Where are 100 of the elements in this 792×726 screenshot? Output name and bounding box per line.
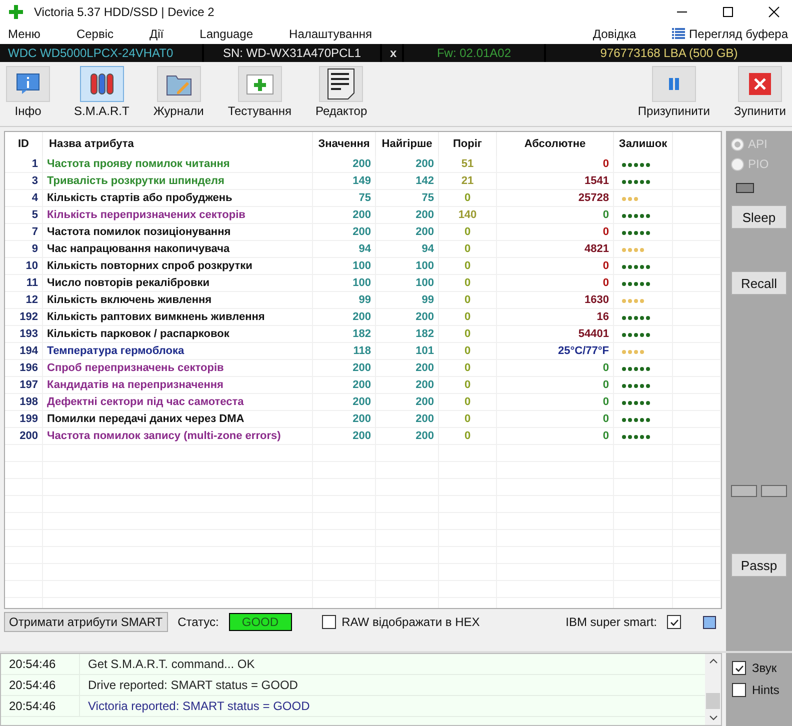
table-cell: 0: [438, 326, 496, 342]
menu-item[interactable]: Довідка: [592, 27, 636, 41]
table-cell: 197: [5, 376, 42, 394]
table-cell: 149: [312, 172, 376, 190]
table-cell: Частота помилок позиціонування: [42, 224, 312, 240]
column-header[interactable]: Абсолютне: [496, 132, 614, 156]
log-message: Victoria reported: SMART status = GOOD: [87, 699, 310, 713]
column-header[interactable]: Назва атрибута: [42, 132, 312, 156]
table-cell: Час напрацювання накопичувача: [42, 240, 312, 258]
table-cell: 194: [5, 342, 42, 360]
menu-item[interactable]: Дії: [150, 27, 164, 41]
table-cell: 101: [376, 342, 438, 360]
table-cell: Тривалість розкрутки шпинделя: [42, 172, 312, 190]
checkbox[interactable]: [732, 683, 746, 697]
column-header[interactable]: Найгірше: [376, 132, 438, 156]
table-cell: 0: [438, 258, 496, 274]
checkbox[interactable]: [322, 615, 336, 629]
table-cell: 100: [312, 274, 376, 292]
clipboard-button[interactable]: Перегляд буфера: [672, 27, 792, 41]
table-cell: 100: [376, 258, 438, 274]
checkbox[interactable]: [732, 661, 746, 675]
log-time: 20:54:46: [1, 696, 80, 716]
column-header[interactable]: ID: [5, 132, 42, 156]
table-cell: 4821: [496, 240, 614, 258]
table-cell: 0: [438, 308, 496, 326]
table-cell: 99: [312, 292, 376, 308]
first-aid-icon: [244, 72, 275, 96]
table-cell: 199: [5, 410, 42, 428]
table-cell: 100: [312, 258, 376, 274]
table-cell: 0: [438, 190, 496, 206]
table-cell: 200: [312, 224, 376, 240]
color-swatch[interactable]: [703, 616, 716, 628]
firmware-version: Fw: 02.01A02: [404, 44, 544, 62]
close-drive-button[interactable]: x: [382, 44, 402, 62]
table-cell: 11: [5, 274, 42, 292]
indicator-light: [736, 183, 754, 193]
table-cell: 182: [312, 326, 376, 342]
info-icon: [16, 73, 40, 95]
table-cell: 1630: [496, 292, 614, 308]
table-cell: Кількість перепризначених секторів: [42, 206, 312, 224]
table-cell: 0: [438, 274, 496, 292]
table-cell: Кандидатів на перепризначення: [42, 376, 312, 394]
table-cell: 1: [5, 156, 42, 172]
table-cell: 25728: [496, 190, 614, 206]
table-cell: 200: [376, 394, 438, 410]
side-button[interactable]: Recall: [731, 271, 787, 295]
menu-item[interactable]: Сервіс: [76, 27, 114, 41]
table-cell: 0: [496, 274, 614, 292]
side-button[interactable]: Passp: [731, 553, 787, 577]
table-cell: 140: [438, 206, 496, 224]
menu-item[interactable]: Меню: [8, 27, 40, 41]
status-label: Статус:: [178, 615, 219, 629]
table-cell: 0: [438, 376, 496, 394]
menu-item[interactable]: Language: [200, 27, 254, 41]
table-cell: 200: [312, 394, 376, 410]
scroll-thumb[interactable]: [706, 693, 720, 709]
close-icon[interactable]: [768, 6, 780, 18]
table-cell: 198: [5, 394, 42, 410]
table-cell: 200: [376, 206, 438, 224]
table-cell: 0: [438, 360, 496, 376]
checkbox-label: Звук: [752, 661, 777, 675]
column-header[interactable]: Значення: [312, 132, 376, 156]
scroll-down-icon[interactable]: [708, 715, 718, 721]
table-cell: 0: [496, 258, 614, 274]
maximize-icon[interactable]: [722, 6, 734, 18]
toolbar-button[interactable]: Тестування: [228, 66, 292, 118]
table-cell: 3: [5, 172, 42, 190]
table-cell: 1541: [496, 172, 614, 190]
window-title: Victoria 5.37 HDD/SSD | Device 2: [34, 5, 214, 19]
table-cell: 200: [312, 360, 376, 376]
checkbox[interactable]: [667, 615, 681, 629]
table-cell: 0: [438, 224, 496, 240]
scroll-up-icon[interactable]: [708, 658, 718, 664]
table-cell: 75: [312, 190, 376, 206]
column-header[interactable]: Залишок: [614, 132, 672, 156]
table-cell: 0: [496, 206, 614, 224]
get-smart-button[interactable]: Отримати атрибути SMART: [4, 612, 168, 632]
table-cell: 200: [312, 156, 376, 172]
menu-item[interactable]: Налаштування: [289, 27, 593, 41]
table-cell: 99: [376, 292, 438, 308]
table-cell: 200: [312, 428, 376, 444]
table-cell: 0: [496, 428, 614, 444]
table-cell: Кількість повторних спроб розкрутки: [42, 258, 312, 274]
column-header[interactable]: Поріг: [438, 132, 496, 156]
table-cell: 12: [5, 292, 42, 308]
table-cell: 200: [376, 308, 438, 326]
table-cell: 200: [376, 156, 438, 172]
log-message: Drive reported: SMART status = GOOD: [87, 678, 298, 692]
close-icon: [749, 73, 771, 95]
side-button[interactable]: Sleep: [731, 205, 787, 229]
table-cell: 25°C/77°F: [496, 342, 614, 360]
table-cell: 0: [496, 224, 614, 240]
table-cell: 0: [438, 410, 496, 428]
toolbar-button[interactable]: Призупинити: [638, 66, 710, 118]
table-cell: 9: [5, 240, 42, 258]
table-cell: Дефектні сектори під час самотеста: [42, 394, 312, 410]
table-cell: 200: [312, 206, 376, 224]
table-cell: 200: [312, 410, 376, 428]
table-cell: 182: [376, 326, 438, 342]
table-cell: 0: [496, 156, 614, 172]
